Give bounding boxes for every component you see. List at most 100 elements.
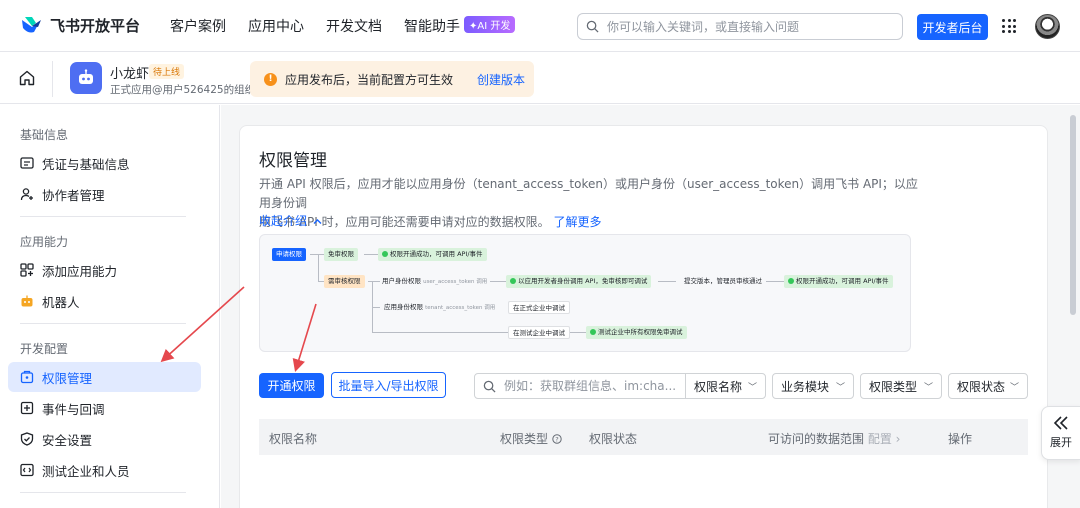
app-org: 正式应用@用户526425的组织 [110, 84, 256, 96]
permission-search-input[interactable] [504, 379, 684, 393]
nav-link-cases[interactable]: 客户案例 [170, 16, 226, 36]
permission-search[interactable] [474, 373, 686, 399]
ai-badge: ✦AI 开发 [464, 16, 516, 33]
notice-text: 应用发布后，当前配置方可生效 [285, 72, 454, 87]
event-icon [20, 401, 34, 415]
app-header: 小龙虾 待上线 正式应用@用户526425的组织 ! 应用发布后，当前配置方可生… [0, 53, 1080, 104]
filter-label: 权限名称 [694, 379, 743, 394]
robot-icon [21, 295, 33, 307]
sidebar-item-label: 添加应用能力 [42, 263, 118, 279]
page-description: 开通 API 权限后，应用才能以应用身份（tenant_access_token… [259, 175, 919, 232]
permission-icon [20, 370, 34, 384]
filter-business-module[interactable]: 业务模块 ﹀ [772, 373, 854, 399]
help-icon: ? [552, 434, 562, 444]
search-icon [586, 20, 599, 33]
enable-permission-button[interactable]: 开通权限 [259, 373, 324, 398]
permissions-table-header: 权限名称 权限类型 ? 权限状态 可访问的数据范围 配置 › 操作 [259, 419, 1028, 455]
app-name: 小龙虾 [110, 67, 150, 82]
collapse-intro-label: 收起介绍 [259, 214, 308, 228]
sidebar-divider [20, 323, 186, 324]
sidebar-divider [20, 492, 186, 493]
sidebar-section-dev-config: 开发配置 [20, 342, 69, 356]
column-data-scope: 可访问的数据范围 配置 › [768, 432, 901, 446]
publish-notice: ! 应用发布后，当前配置方可生效 创建版本 [250, 61, 534, 97]
search-icon [483, 380, 496, 393]
sidebar-item-permissions[interactable]: 权限管理 [8, 362, 201, 392]
home-icon[interactable] [18, 69, 36, 87]
sidebar-item-robot[interactable]: 机器人 [8, 286, 201, 316]
filter-permission-name[interactable]: 权限名称 ﹀ [685, 373, 766, 399]
sidebar-item-credentials[interactable]: 凭证与基础信息 [8, 148, 201, 178]
sidebar-item-label: 测试企业和人员 [42, 463, 130, 479]
column-permission-status: 权限状态 [589, 432, 638, 446]
flow-app-identity: 应用身份权限 tenant_access_token 调用 [384, 303, 496, 311]
divider [52, 61, 53, 97]
double-chevron-left-icon [1053, 416, 1068, 430]
filter-label: 业务模块 [781, 379, 830, 394]
sidebar-item-test-tenant[interactable]: 测试企业和人员 [8, 455, 201, 485]
filter-label: 权限状态 [957, 379, 1006, 394]
top-navbar: 飞书开放平台 客户案例 应用中心 开发文档 智能助手✦AI 开发 开发者后台 [0, 0, 1080, 52]
flow-test-result: 测试企业中所有权限免审调试 [586, 326, 687, 339]
shield-icon [20, 432, 34, 446]
chevron-up-icon [313, 219, 322, 224]
chevron-down-icon: ﹀ [1009, 382, 1019, 393]
warning-icon: ! [264, 72, 277, 86]
flow-review: 需审核权限 [324, 275, 365, 288]
scrollbar[interactable] [1070, 115, 1076, 315]
nav-link-docs[interactable]: 开发文档 [326, 16, 382, 36]
chevron-down-icon: ﹀ [923, 382, 933, 393]
sidebar-item-events[interactable]: 事件与回调 [8, 393, 201, 423]
sidebar-item-add-capability[interactable]: 添加应用能力 [8, 255, 201, 285]
sidebar-item-label: 机器人 [42, 294, 80, 310]
expand-label: 展开 [1050, 436, 1072, 449]
page-title: 权限管理 [259, 151, 327, 171]
sidebar-item-collaborators[interactable]: 协作者管理 [8, 179, 201, 209]
learn-more-link[interactable]: 了解更多 [553, 215, 601, 229]
sidebar-item-label: 凭证与基础信息 [42, 156, 130, 172]
create-version-link[interactable]: 创建版本 [477, 71, 525, 88]
flow-user-identity: 用户身份权限 user_access_token 调用 [382, 277, 488, 285]
sidebar-item-security[interactable]: 安全设置 [8, 424, 201, 454]
global-search[interactable] [577, 13, 903, 40]
sidebar-section-capabilities: 应用能力 [20, 235, 69, 249]
apps-grid-icon[interactable] [1002, 19, 1016, 33]
feishu-logo-icon [22, 17, 41, 33]
collapse-intro-toggle[interactable]: 收起介绍 [259, 212, 322, 229]
flow-user-step: 以应用开发者身份调用 API，免审核即可调试 [506, 275, 652, 288]
column-permission-type: 权限类型 ? [500, 430, 562, 447]
chevron-down-icon: ﹀ [747, 382, 757, 393]
user-avatar[interactable] [1035, 14, 1060, 39]
nav-link-app-center[interactable]: 应用中心 [248, 16, 304, 36]
sidebar-divider [20, 216, 186, 217]
global-search-input[interactable] [607, 19, 887, 34]
nav-link-assistant-label: 智能助手 [404, 19, 460, 35]
filter-permission-type[interactable]: 权限类型 ﹀ [860, 373, 942, 399]
robot-icon [79, 69, 93, 84]
filter-permission-status[interactable]: 权限状态 ﹀ [948, 373, 1028, 399]
flow-prod-debug: 在正式企业中调试 [508, 301, 570, 314]
sidebar-section-basic: 基础信息 [20, 128, 69, 142]
flow-final-result: 权限开通成功，可调用 API/事件 [784, 275, 893, 288]
flow-no-review-result: 权限开通成功，可调用 API/事件 [378, 248, 487, 261]
column-permission-name: 权限名称 [269, 432, 318, 446]
sidebar-item-label: 事件与回调 [42, 401, 105, 417]
description-line-1: 开通 API 权限后，应用才能以应用身份（tenant_access_token… [259, 177, 918, 210]
brand-logo[interactable]: 飞书开放平台 [20, 14, 140, 36]
column-actions: 操作 [948, 432, 973, 446]
sidebar-item-label: 协作者管理 [42, 187, 105, 203]
sidebar-item-label: 权限管理 [42, 370, 93, 386]
filter-label: 权限类型 [869, 379, 918, 394]
nav-link-assistant[interactable]: 智能助手 ✦AI 开发 [404, 16, 516, 36]
brand-name: 飞书开放平台 [50, 16, 141, 35]
batch-import-export-button[interactable]: 批量导入/导出权限 [331, 372, 446, 398]
add-capability-icon [20, 263, 34, 277]
expand-panel-button[interactable]: 展开 [1041, 406, 1080, 460]
developer-console-button[interactable]: 开发者后台 [917, 14, 988, 40]
app-status-badge: 待上线 [149, 64, 185, 79]
configure-link[interactable]: 配置 [868, 432, 892, 446]
collaborator-icon [20, 188, 33, 201]
flow-submit: 提交版本，管理员审核通过 [684, 277, 762, 285]
permission-flow-diagram: 申请权限 免审权限 权限开通成功，可调用 API/事件 需审核权限 用户身份权限… [259, 234, 911, 352]
svg-text:?: ? [555, 436, 558, 444]
